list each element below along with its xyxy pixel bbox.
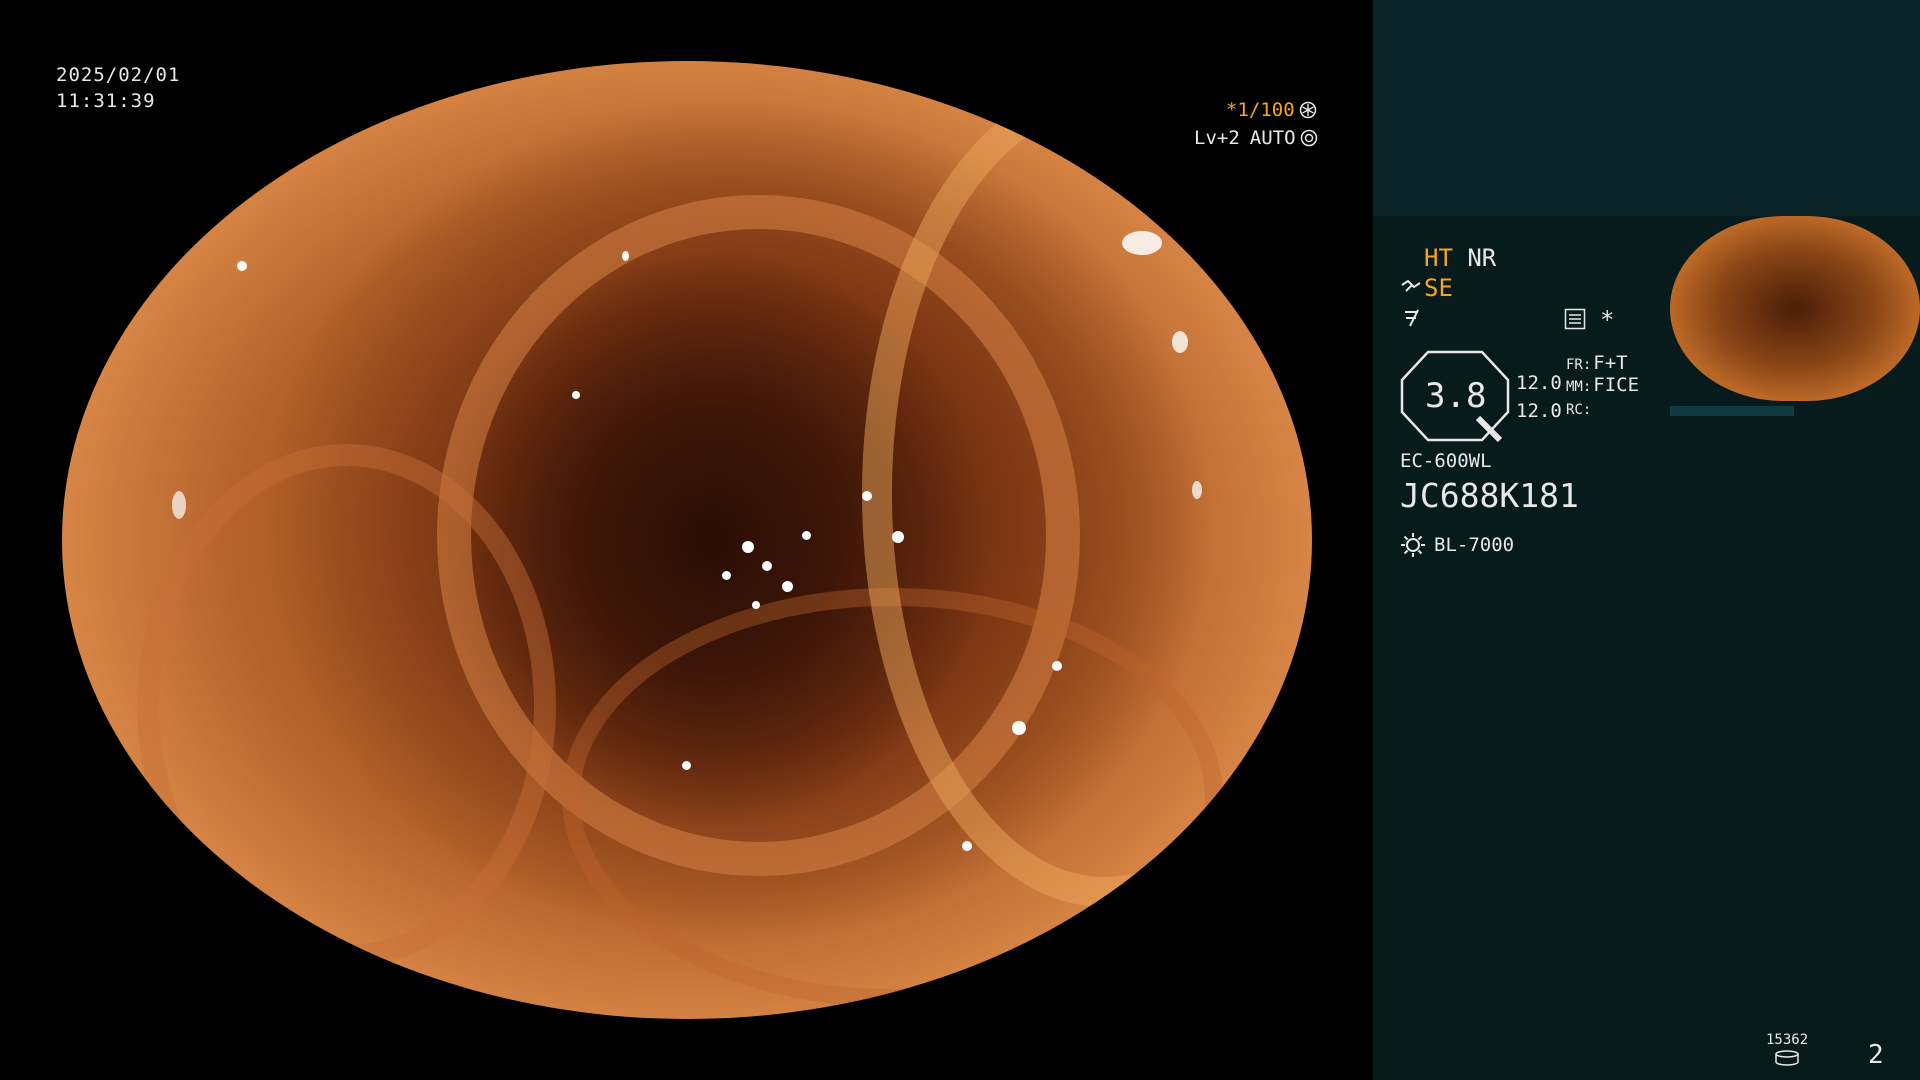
zoom-value: 3.8: [1425, 376, 1487, 416]
disk-icon: [1775, 1050, 1799, 1066]
ht-label: HT: [1424, 244, 1453, 272]
mm-value: FICE: [1593, 374, 1640, 396]
scope-serial: JC688K181: [1400, 476, 1579, 515]
rc-label: RC:: [1566, 402, 1592, 418]
iris-mode: AUTO: [1249, 127, 1296, 149]
shutter-speed: *1/100: [1226, 99, 1295, 121]
light-source-row: BL-7000: [1400, 532, 1514, 558]
level-value: Lv+2: [1194, 127, 1240, 149]
time-readout: 11:31:39: [56, 90, 156, 112]
se-indicator: SE: [1400, 274, 1453, 302]
value-2: 12.0: [1516, 400, 1562, 422]
shutter-readout: *1/100: [1226, 99, 1317, 121]
asterisk-circle-icon: [1299, 101, 1316, 119]
ht-indicator: HT NR: [1424, 244, 1496, 272]
image-count: 15362: [1766, 1032, 1809, 1048]
sun-icon: [1401, 533, 1425, 557]
nr-label: NR: [1467, 244, 1497, 272]
iris-icon: [1300, 129, 1317, 147]
mm-label: MM:: [1566, 379, 1592, 395]
structure-enhance-icon: [1401, 279, 1421, 292]
se-label: SE: [1424, 274, 1453, 302]
thumbnail-image[interactable]: [1670, 216, 1920, 401]
mm-row: MM: FICE: [1566, 374, 1639, 396]
list-icon: [1564, 308, 1586, 330]
value-1: 12.0: [1516, 372, 1562, 394]
light-source-label: BL-7000: [1434, 534, 1515, 556]
date-readout: 2025/02/01: [56, 64, 181, 86]
fr-row: FR: F+T: [1566, 352, 1628, 374]
scope-model: EC-600WL: [1400, 450, 1492, 472]
fr-value: F+T: [1593, 352, 1628, 374]
preview-panel: [1373, 0, 1920, 216]
fr-label: FR:: [1566, 357, 1592, 373]
color-enhance-icon: [1405, 309, 1419, 327]
level-readout: Lv+2 AUTO: [1194, 127, 1318, 149]
star-indicator: *: [1600, 306, 1615, 334]
page-number: 2: [1868, 1040, 1884, 1070]
thumbnail-bar: [1670, 406, 1794, 416]
endoscope-view: [62, 61, 1312, 1019]
